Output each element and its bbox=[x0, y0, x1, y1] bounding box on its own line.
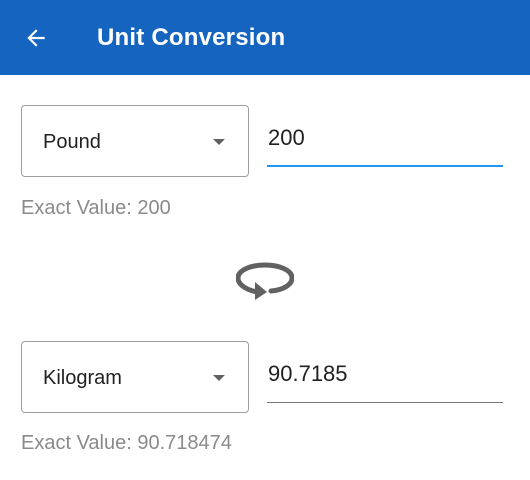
swap-units-button[interactable] bbox=[236, 262, 294, 300]
from-value-input[interactable]: 200 bbox=[267, 123, 503, 167]
from-exact-value: Exact Value: 200 bbox=[21, 197, 171, 219]
unit-conversion-screen: Unit Conversion Pound 200 Exact Value: 2… bbox=[0, 0, 530, 480]
arrow-back-icon bbox=[27, 29, 45, 47]
to-value-text: 90.7185 bbox=[268, 361, 348, 386]
swap-rotate-icon bbox=[236, 262, 294, 300]
to-unit-dropdown[interactable]: Kilogram bbox=[21, 341, 249, 413]
from-unit-dropdown[interactable]: Pound bbox=[21, 105, 249, 177]
dropdown-arrow-icon bbox=[213, 375, 225, 381]
from-value-text: 200 bbox=[268, 125, 305, 150]
dropdown-arrow-icon bbox=[213, 139, 225, 145]
page-title: Unit Conversion bbox=[97, 24, 286, 51]
to-exact-value: Exact Value: 90.718474 bbox=[21, 432, 232, 454]
from-unit-label: Pound bbox=[43, 131, 101, 153]
back-button[interactable] bbox=[16, 18, 56, 58]
to-value-input[interactable]: 90.7185 bbox=[267, 359, 503, 403]
to-unit-label: Kilogram bbox=[43, 367, 122, 389]
app-bar: Unit Conversion bbox=[0, 0, 530, 75]
